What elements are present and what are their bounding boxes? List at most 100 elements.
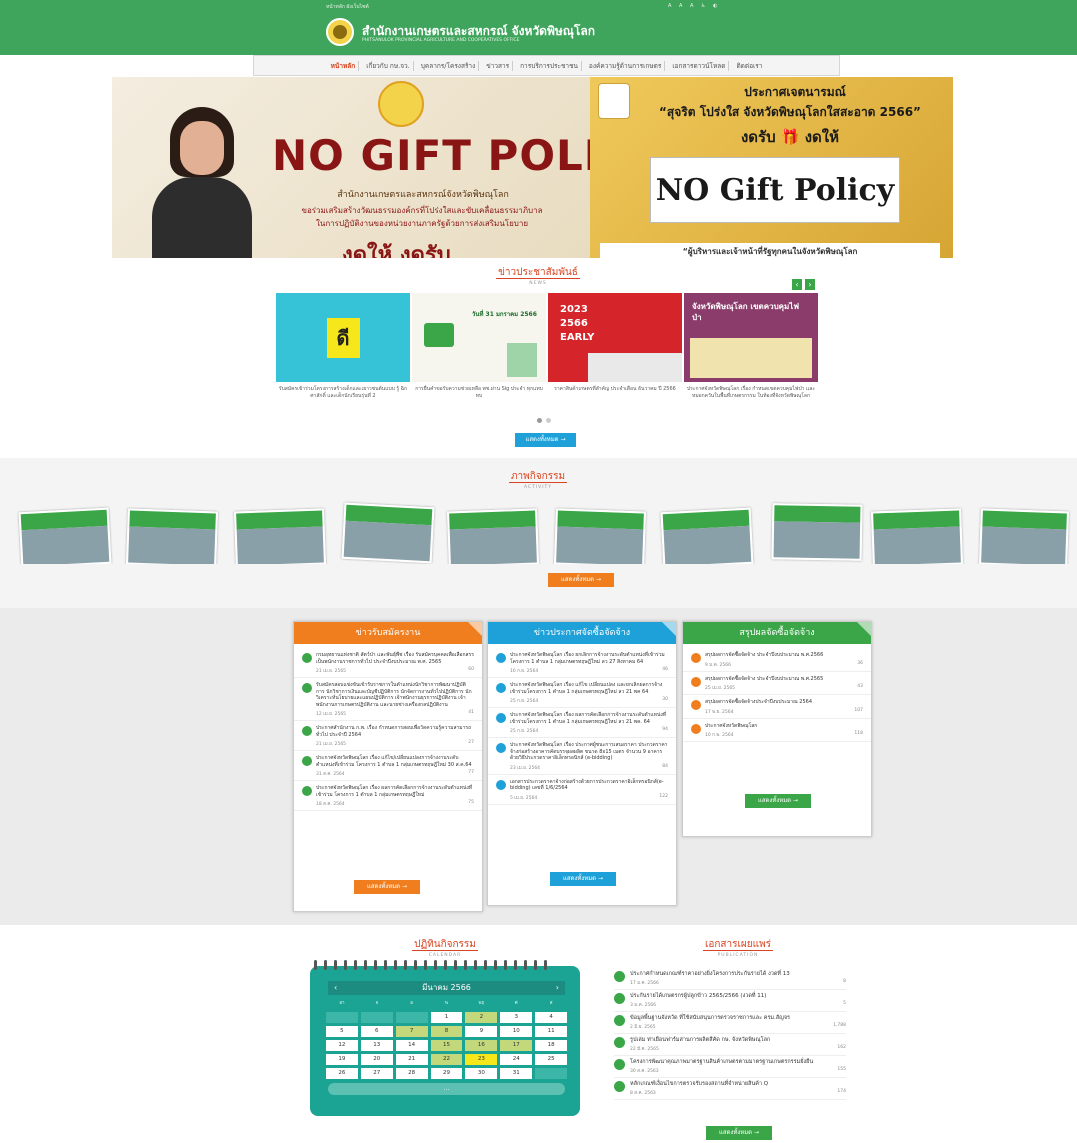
nav-item-staff[interactable]: บุคลากร/โครงสร้าง (418, 60, 480, 71)
calendar-day[interactable]: 31 (500, 1068, 533, 1079)
prev-month-icon[interactable]: ‹ (334, 981, 337, 995)
news-card[interactable]: จังหวัดพิษณุโลก เขตควบคุมไฟป่า ประกาศจัง… (684, 293, 818, 400)
prev-arrow-icon[interactable]: ‹ (792, 279, 802, 290)
calendar-day[interactable]: 14 (395, 1040, 428, 1051)
activity-card[interactable] (447, 508, 539, 568)
calendar-day[interactable]: 2 (465, 1012, 498, 1023)
list-item[interactable]: รับสมัครสอบแข่งขันเข้ารับราชการในตำแหน่ง… (294, 678, 482, 721)
activity-card[interactable] (660, 507, 754, 569)
news-thumbnail[interactable]: จังหวัดพิษณุโลก เขตควบคุมไฟป่า (684, 293, 818, 382)
list-item[interactable]: เอกสารประกวดราคาจ้างก่อสร้างด้วยการประกว… (488, 775, 676, 805)
calendar-day[interactable]: 6 (360, 1026, 393, 1037)
next-arrow-icon[interactable]: › (805, 279, 815, 290)
activity-card[interactable] (771, 503, 863, 561)
list-item[interactable]: รูปเล่ม ท่าเยือนฟาร์มสานการผลิตสีคัด กษ.… (614, 1034, 846, 1056)
list-item[interactable]: สรุปผลการจัดซื้อจัดจ้าง ประจำปีงบประมาณ … (683, 672, 871, 695)
activity-more-button[interactable]: แสดงทั้งหมด → (548, 573, 614, 587)
calendar-day[interactable]: 17 (500, 1040, 533, 1051)
calendar-day[interactable]: 4 (535, 1012, 568, 1023)
carousel-dots[interactable] (537, 418, 551, 423)
list-item[interactable]: ประกาศจังหวัดพิษณุโลก เรื่อง ยกเลิกการจ้… (488, 648, 676, 678)
calendar-day[interactable]: 19 (326, 1054, 358, 1065)
procurement-more-button[interactable]: แสดงทั้งหมด → (550, 872, 616, 886)
calendar-day[interactable]: 12 (326, 1040, 358, 1051)
activity-card[interactable] (554, 508, 646, 568)
hero-banner[interactable]: NO GIFT POLICY สำนักงานเกษตรและสหกรณ์จัง… (112, 77, 953, 258)
top-links[interactable]: หน้าหลัก ผังเว็บไซต์ (326, 3, 369, 11)
nav-item-services[interactable]: การบริการประชาชน (517, 60, 582, 71)
calendar-day[interactable]: 30 (465, 1068, 498, 1079)
activity-card[interactable] (979, 508, 1069, 568)
calendar-day[interactable]: 28 (395, 1068, 428, 1079)
calendar-day[interactable]: 23 (465, 1054, 498, 1065)
news-thumbnail[interactable]: 2023 2566 EARLY (548, 293, 682, 382)
calendar-day[interactable]: 5 (326, 1026, 358, 1037)
calendar-day[interactable]: 29 (430, 1068, 463, 1079)
list-item[interactable]: ประกาศสำนักงาน ก.พ. เรื่อง กำหนดการสอบเพ… (294, 721, 482, 751)
calendar-day[interactable]: 10 (500, 1026, 533, 1037)
news-caption[interactable]: ราคาสินค้าเกษตรที่สำคัญ ประจำเดือน ธันวา… (548, 386, 682, 393)
next-month-icon[interactable]: › (556, 981, 559, 995)
news-caption[interactable]: รับสมัครเข้าร่วมโครงการสร้างเด็กและเยาวช… (276, 386, 410, 400)
news-thumbnail[interactable]: วันที่ 31 มกราคม 2566 (412, 293, 546, 382)
list-item[interactable]: ข้อมูลพื้นฐานจังหวัด ที่ใช้สนับสนุนการตร… (614, 1012, 846, 1034)
list-item[interactable]: ประกาศจังหวัดพิษณุโลก เรื่อง ผลการคัดเลื… (294, 781, 482, 811)
list-item[interactable]: ประกาศจังหวัดพิษณุโลก 10 ก.พ. 2564 118 (683, 719, 871, 742)
site-subtitle: PHITSANULOK PROVINCIAL AGRICULTURE AND C… (362, 38, 520, 43)
calendar-day[interactable]: 25 (535, 1054, 568, 1065)
activity-card[interactable] (871, 508, 963, 568)
activity-card[interactable] (126, 508, 218, 568)
news-card[interactable]: 2023 2566 EARLY ราคาสินค้าเกษตรที่สำคัญ … (548, 293, 682, 393)
calendar-day[interactable]: 8 (430, 1026, 463, 1037)
calendar-day[interactable]: 26 (326, 1068, 358, 1079)
calendar-day[interactable]: 7 (395, 1026, 428, 1037)
news-more-button[interactable]: แสดงทั้งหมด → (515, 433, 576, 447)
calendar-day[interactable]: 20 (360, 1054, 393, 1065)
news-card[interactable]: วันที่ 31 มกราคม 2566 การยื่นคำขอรับความ… (412, 293, 546, 400)
nav-item-news[interactable]: ข่าวสาร (483, 60, 514, 71)
calendar-day[interactable]: 15 (430, 1040, 463, 1051)
news-card[interactable]: ดี รับสมัครเข้าร่วมโครงการสร้างเด็กและเย… (276, 293, 410, 400)
calendar-day[interactable]: 21 (395, 1054, 428, 1065)
calendar-day[interactable]: 16 (465, 1040, 498, 1051)
calendar-day[interactable]: 18 (535, 1040, 568, 1051)
list-item[interactable]: ประกาศจังหวัดพิษณุโลก เรื่อง แก้ไข เปลี่… (488, 678, 676, 708)
nav-item-home[interactable]: หน้าหลัก (328, 60, 360, 71)
news-caption[interactable]: การยื่นคำขอรับความช่วยเหลือ พช.ผ่าน Sig … (412, 386, 546, 400)
list-item[interactable]: กรมอุทยานแห่งชาติ สัตว์ป่า และพันธุ์พืช … (294, 648, 482, 678)
calendar-day[interactable]: 24 (500, 1054, 533, 1065)
activity-card[interactable] (341, 502, 435, 564)
list-item[interactable]: หลักเกณฑ์เงื่อนไขการตรวจรับรองสถานที่จำห… (614, 1078, 846, 1100)
list-item[interactable]: ประกาศกำหนดเกณฑ์ราคาอย่างยิ่งโครงการประก… (614, 968, 846, 990)
calendar-day[interactable]: 27 (360, 1068, 393, 1079)
news-thumbnail[interactable]: ดี (276, 293, 410, 382)
activity-card[interactable] (234, 508, 326, 568)
list-item[interactable]: ประกาศจังหวัดพิษณุโลก เรื่อง แก้ไข/เปลี่… (294, 751, 482, 781)
jobs-more-button[interactable]: แสดงทั้งหมด → (354, 880, 420, 894)
list-item[interactable]: ประกาศจังหวัดพิษณุโลก เรื่อง ผลการคัดเลื… (488, 708, 676, 738)
nav-item-contact[interactable]: ติดต่อเรา (733, 61, 765, 71)
accessibility-tools[interactable]: A A A ♿ ◐ (668, 3, 720, 9)
site-logo[interactable] (326, 18, 354, 46)
calendar-day[interactable]: 13 (360, 1040, 393, 1051)
list-item[interactable]: โครงการพัฒนาคุณภาพมาตรฐานสินค้าเกษตรตามม… (614, 1056, 846, 1078)
calendar-day[interactable]: 9 (465, 1026, 498, 1037)
calendar-day[interactable]: 11 (535, 1026, 568, 1037)
nav-item-knowledge[interactable]: องค์ความรู้ด้านการเกษตร (586, 60, 666, 71)
calendar-day[interactable]: 22 (430, 1054, 463, 1065)
calendar-day[interactable]: 1 (430, 1012, 463, 1023)
nav-item-downloads[interactable]: เอกสารดาวน์โหลด (669, 60, 730, 71)
publication-more-button[interactable]: แสดงทั้งหมด → (706, 1126, 772, 1140)
activity-card[interactable] (18, 507, 112, 569)
news-caption[interactable]: ประกาศจังหวัดพิษณุโลก เรื่อง กำหนดเขตควบ… (684, 386, 818, 400)
list-item[interactable]: ประกาศจังหวัดพิษณุโลก เรื่อง ประกาศผู้ชน… (488, 738, 676, 775)
news-section-title: ข่าวประชาสัมพันธ์ (496, 267, 580, 279)
calendar-day[interactable]: 3 (500, 1012, 533, 1023)
summary-more-button[interactable]: แสดงทั้งหมด → (745, 794, 811, 808)
list-item[interactable]: สรุปผลการจัดซื้อจัดจ้างประจำปีงบประมาณ 2… (683, 695, 871, 719)
calendar-week: 19 20 21 22 23 24 25 (326, 1054, 568, 1065)
nav-item-about[interactable]: เกี่ยวกับ กษ.จว. (363, 60, 414, 71)
list-item[interactable]: ประกันรายได้เกษตรกรผู้ปลูกข้าว 2565/2566… (614, 990, 846, 1012)
panel-jobs: ข่าวรับสมัครงาน กรมอุทยานแห่งชาติ สัตว์ป… (293, 621, 483, 912)
list-item[interactable]: สรุปผลการจัดซื้อจัดจ้าง ประจำปีงบประมาณ … (683, 648, 871, 672)
